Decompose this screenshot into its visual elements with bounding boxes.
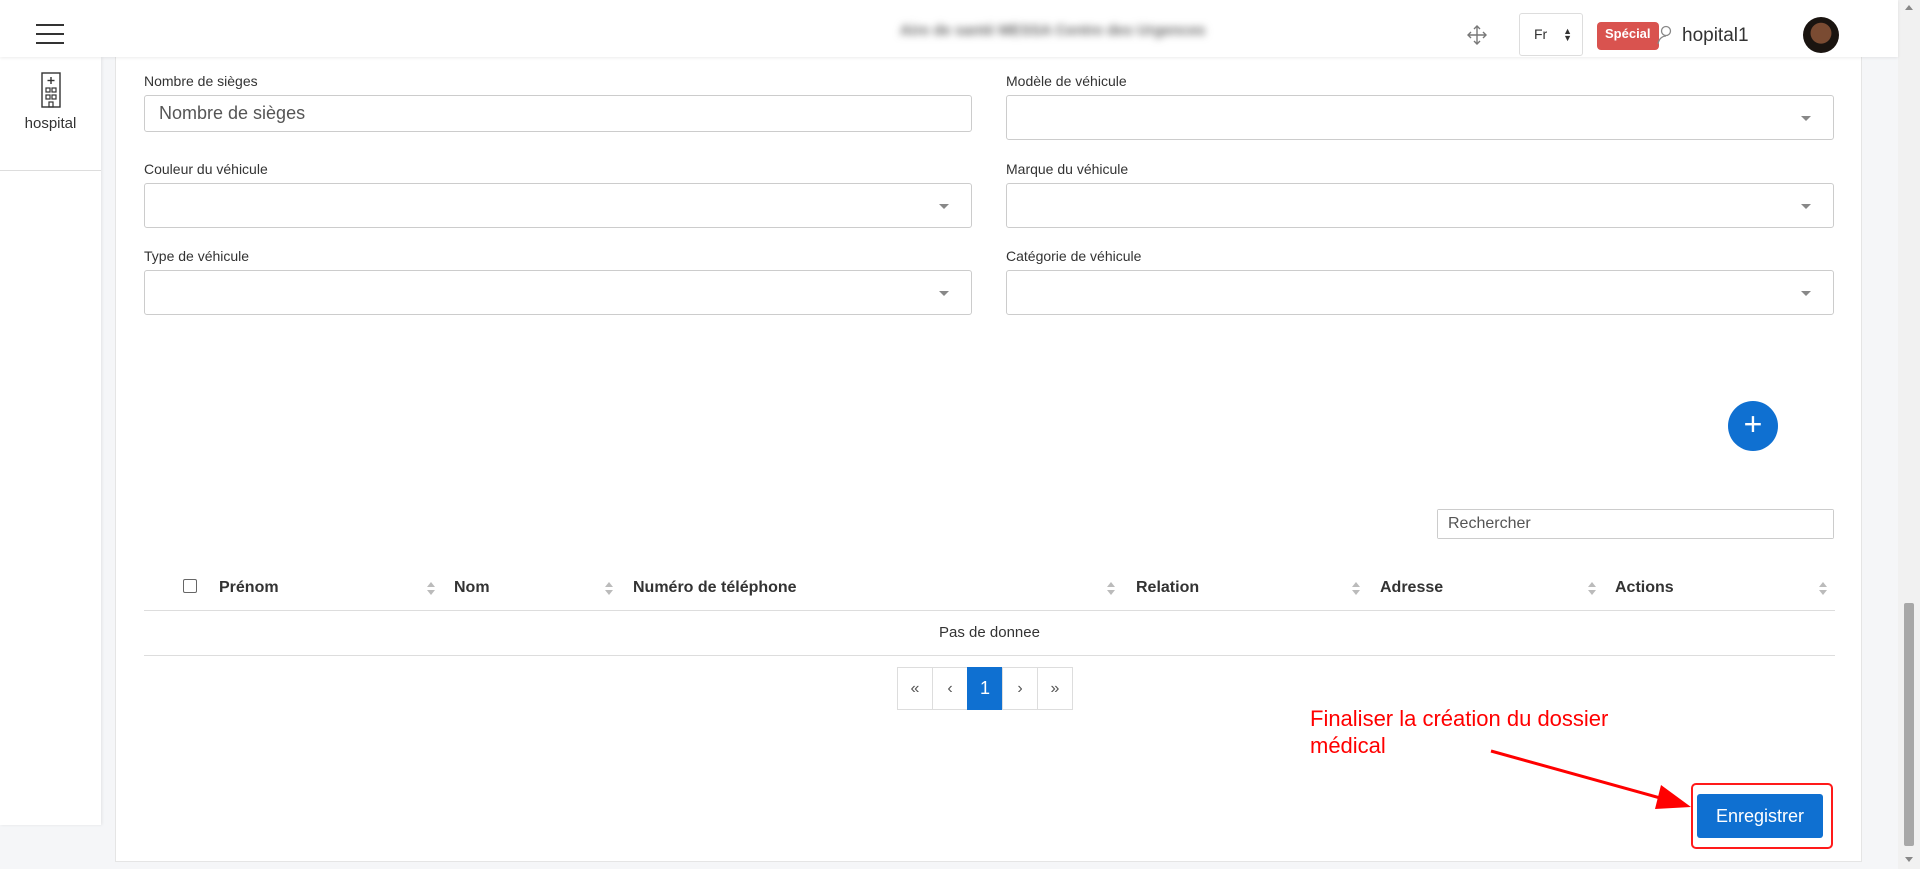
hospital-building-icon <box>40 72 61 108</box>
select-arrows-icon: ▲ ▼ <box>1563 26 1572 43</box>
empty-table-message: Pas de donnee <box>144 611 1835 656</box>
type-select[interactable] <box>144 270 972 315</box>
color-label: Couleur du véhicule <box>144 161 268 177</box>
username[interactable]: hopital1 <box>1682 25 1749 47</box>
type-label: Type de véhicule <box>144 248 250 264</box>
sort-icon[interactable] <box>1819 582 1827 596</box>
sort-icon[interactable] <box>427 582 435 596</box>
page-current-button[interactable]: 1 <box>967 667 1003 710</box>
seats-field[interactable] <box>144 95 972 132</box>
user-icon <box>1657 25 1672 45</box>
annotation-arrow-icon <box>1490 749 1691 809</box>
category-select[interactable] <box>1006 270 1834 315</box>
column-header-actions[interactable]: Actions <box>1615 568 1674 611</box>
sort-icon[interactable] <box>1352 582 1360 596</box>
column-header-nom[interactable]: Nom <box>454 568 490 611</box>
page-prev-button[interactable]: ‹ <box>932 667 968 710</box>
column-header-telephone[interactable]: Numéro de téléphone <box>633 568 797 611</box>
column-header-relation[interactable]: Relation <box>1136 568 1199 611</box>
sidebar: hospital <box>0 57 101 825</box>
chevron-down-icon <box>1801 115 1811 121</box>
language-value: Fr <box>1534 26 1548 42</box>
sidebar-item-hospital[interactable]: hospital <box>0 71 101 171</box>
chevron-down-icon <box>1801 290 1811 296</box>
sort-icon[interactable] <box>1588 582 1596 596</box>
move-icon[interactable] <box>1466 24 1488 46</box>
sort-icon[interactable] <box>1107 582 1115 596</box>
add-contact-button[interactable]: + <box>1728 401 1778 451</box>
column-header-prenom[interactable]: Prénom <box>219 568 279 611</box>
special-badge: Spécial <box>1597 22 1659 50</box>
top-header: Aire de santé MESSA Centre des Urgences … <box>0 0 1898 57</box>
scrollbar-thumb[interactable] <box>1904 603 1914 846</box>
sort-icon[interactable] <box>605 582 613 596</box>
brand-select[interactable] <box>1006 183 1834 228</box>
scroll-down-icon[interactable] <box>1905 857 1913 862</box>
search-field[interactable] <box>1437 509 1834 539</box>
scroll-up-icon[interactable] <box>1905 5 1913 10</box>
category-label: Catégorie de véhicule <box>1006 248 1142 264</box>
language-select[interactable]: Fr ▲ ▼ <box>1519 13 1583 56</box>
table-header: Prénom Nom Numéro de téléphone Relation … <box>144 568 1835 611</box>
page-next-button[interactable]: › <box>1002 667 1038 710</box>
model-label: Modèle de véhicule <box>1006 73 1127 89</box>
chevron-down-icon <box>1801 203 1811 209</box>
sidebar-item-label: hospital <box>24 115 77 132</box>
avatar[interactable] <box>1803 17 1839 53</box>
select-all-checkbox[interactable] <box>183 579 197 593</box>
save-button[interactable]: Enregistrer <box>1697 794 1823 838</box>
column-header-adresse[interactable]: Adresse <box>1380 568 1443 611</box>
color-select[interactable] <box>144 183 972 228</box>
chevron-down-icon <box>939 290 949 296</box>
seats-label: Nombre de sièges <box>144 73 258 89</box>
seats-input[interactable] <box>145 96 971 131</box>
chevron-down-icon <box>939 203 949 209</box>
page-first-button[interactable]: « <box>897 667 933 710</box>
hospital-name: Aire de santé MESSA Centre des Urgences <box>900 22 1206 39</box>
menu-toggle-icon[interactable] <box>36 24 64 44</box>
page-last-button[interactable]: » <box>1037 667 1073 710</box>
model-select[interactable] <box>1006 95 1834 140</box>
search-input[interactable] <box>1438 510 1833 538</box>
contacts-table: Prénom Nom Numéro de téléphone Relation … <box>144 568 1835 656</box>
brand-label: Marque du véhicule <box>1006 161 1129 177</box>
pagination: « ‹ 1 › » <box>897 667 1073 710</box>
